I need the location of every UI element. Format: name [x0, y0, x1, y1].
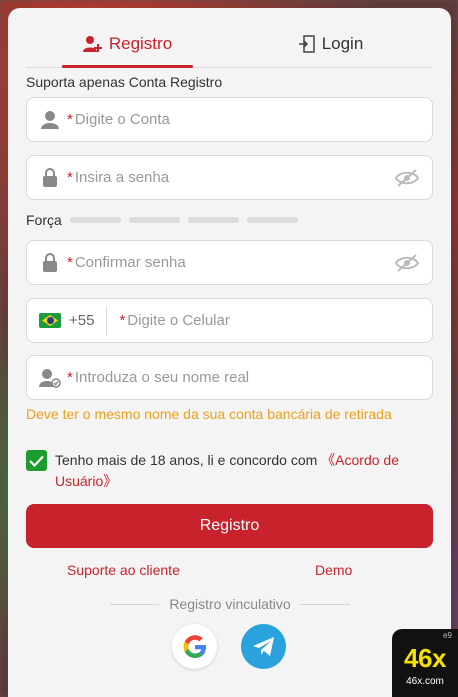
password-strength: Força — [26, 212, 298, 228]
agree-text: Tenho mais de 18 anos, li e concordo com… — [55, 452, 399, 489]
confirm-password-field[interactable]: * Confirmar senha — [26, 240, 433, 285]
login-door-icon — [298, 34, 315, 53]
tab-register[interactable]: Registro — [26, 20, 229, 68]
register-panel: Registro Login Suporta apenas Conta Regi… — [8, 8, 451, 697]
tab-register-label: Registro — [108, 33, 173, 53]
realname-placeholder: * Introduza o seu nome real — [67, 369, 250, 386]
divider-label: Registro vinculativo — [169, 596, 291, 612]
strength-bar — [69, 217, 121, 223]
telegram-icon — [252, 636, 274, 656]
demo-link[interactable]: Demo — [315, 562, 352, 578]
social-divider: Registro vinculativo — [110, 596, 351, 612]
customer-support-link[interactable]: Suporte ao cliente — [67, 562, 180, 578]
user-icon — [39, 109, 61, 131]
phone-placeholder: * Digite o Celular — [119, 312, 230, 329]
register-button[interactable]: Registro — [26, 504, 433, 548]
agreement: Tenho mais de 18 anos, li e concordo com… — [26, 450, 426, 492]
google-icon — [183, 634, 206, 658]
brand-domain: 46x.com — [406, 676, 444, 687]
strength-label: Força — [26, 212, 62, 228]
country-code-selector[interactable]: +55 — [39, 305, 108, 336]
agree-checkbox[interactable] — [26, 450, 47, 471]
brand-logo: 46x — [404, 643, 446, 673]
social-login — [172, 624, 286, 669]
account-placeholder: * Digite o Conta — [67, 111, 170, 128]
add-user-icon — [82, 35, 102, 52]
check-icon — [29, 455, 44, 467]
lock-icon — [39, 167, 61, 189]
country-code: +55 — [69, 312, 95, 329]
brazil-flag-icon — [39, 313, 61, 328]
lock-icon — [39, 252, 61, 274]
account-hint: Suporta apenas Conta Registro — [26, 74, 223, 90]
user-check-icon — [39, 367, 61, 389]
tab-login[interactable]: Login — [229, 20, 432, 67]
telegram-button[interactable] — [241, 624, 286, 669]
password-field[interactable]: * Insira a senha — [26, 155, 433, 200]
strength-bar — [187, 217, 239, 223]
confirm-placeholder: * Confirmar senha — [67, 254, 186, 271]
eye-off-icon[interactable] — [394, 252, 420, 274]
tab-bar: Registro Login — [26, 20, 432, 68]
brand-badge[interactable]: e9 46x 46x.com — [392, 629, 458, 697]
strength-bar — [128, 217, 180, 223]
badge-sup: e9 — [443, 631, 452, 640]
account-field[interactable]: * Digite o Conta — [26, 97, 433, 142]
phone-field[interactable]: +55 * Digite o Celular — [26, 298, 433, 343]
realname-field[interactable]: * Introduza o seu nome real — [26, 355, 433, 400]
password-placeholder: * Insira a senha — [67, 169, 170, 186]
google-button[interactable] — [172, 624, 217, 669]
eye-off-icon[interactable] — [394, 167, 420, 189]
tab-login-label: Login — [321, 33, 364, 53]
realname-warning: Deve ter o mesmo nome da sua conta bancá… — [26, 406, 392, 422]
strength-bar — [246, 217, 298, 223]
